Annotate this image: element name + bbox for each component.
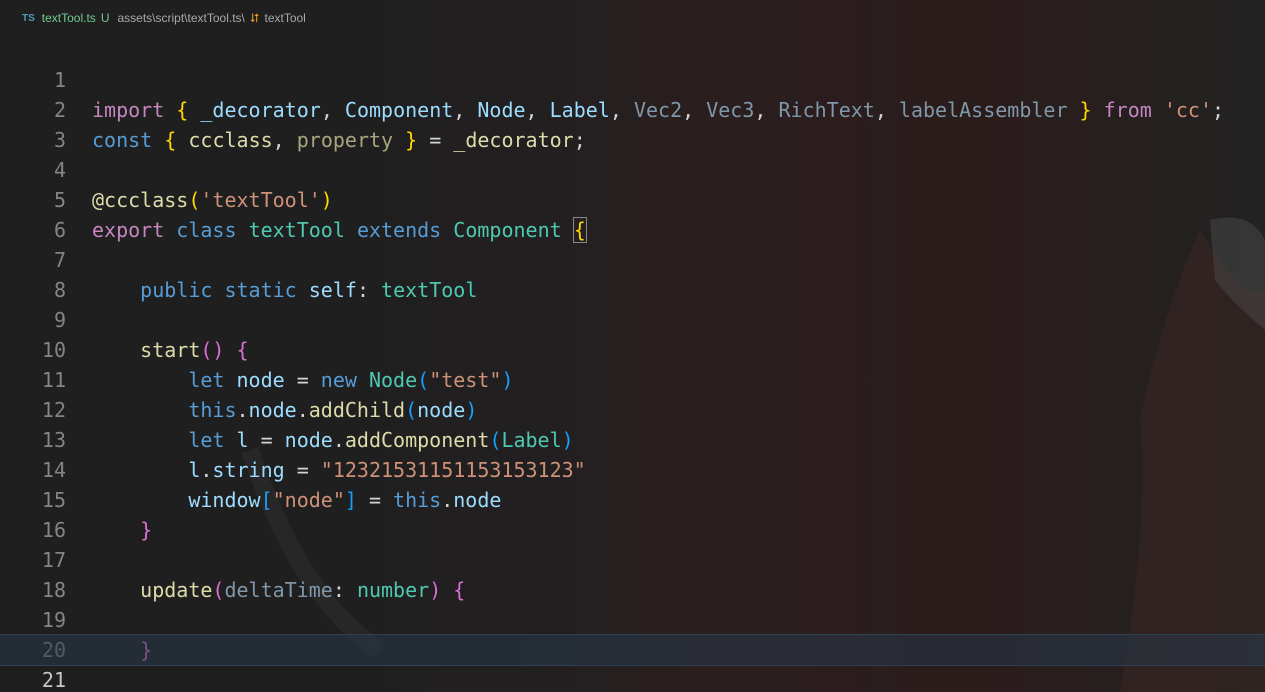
code-line-22[interactable]: 22	[0, 665, 1265, 692]
code-line-5[interactable]: 5 export class textTool extends Componen…	[0, 155, 1265, 243]
code-line-2[interactable]: 2 const { ccclass, property } = _decorat…	[0, 65, 1265, 152]
code-line-19[interactable]: 19 }	[0, 575, 1265, 662]
breadcrumb[interactable]: TS textTool.ts U assets\script\textTool.…	[22, 8, 306, 28]
code-line-17[interactable]: 17 update(deltaTime: number) {	[0, 515, 1265, 602]
breadcrumb-path[interactable]: assets\script\textTool.ts\	[117, 11, 244, 25]
code-line-7[interactable]: 7 public static self: textTool	[0, 215, 1265, 302]
code-line-14[interactable]: 14 window["node"] = this.node	[0, 425, 1265, 512]
code-editor[interactable]: TS textTool.ts U assets\script\textTool.…	[0, 0, 1265, 692]
breadcrumb-file-name[interactable]: textTool.ts	[42, 11, 96, 25]
code-line-18[interactable]: 18	[0, 545, 1265, 602]
code-line-13[interactable]: 13 l.string = "12321531151153153123"	[0, 395, 1265, 482]
code-area[interactable]: 1 import { _decorator, Component, Node, …	[0, 35, 1265, 692]
symbol-class-icon: ⮃	[249, 10, 260, 25]
code-line-12[interactable]: 12 let l = node.addComponent(Label)	[0, 365, 1265, 452]
breadcrumb-symbol[interactable]: textTool	[264, 11, 305, 25]
code-line-3[interactable]: 3	[0, 95, 1265, 152]
git-status-badge: U	[100, 11, 110, 25]
code-line-1[interactable]: 1 import { _decorator, Component, Node, …	[0, 35, 1265, 122]
typescript-file-icon: TS	[22, 12, 35, 24]
code-line-6[interactable]: 6	[0, 185, 1265, 242]
code-line-9[interactable]: 9 start() {	[0, 275, 1265, 362]
code-line-21-current[interactable]: 21 }	[0, 634, 1265, 692]
code-line-20[interactable]: 20	[0, 605, 1265, 662]
code-line-8[interactable]: 8	[0, 245, 1265, 302]
code-line-16[interactable]: 16	[0, 485, 1265, 542]
code-line-4[interactable]: 4 @ccclass('textTool')	[0, 125, 1265, 212]
code-line-11[interactable]: 11 this.node.addChild(node)	[0, 335, 1265, 422]
code-line-10[interactable]: 10 let node = new Node("test")	[0, 305, 1265, 392]
code-line-15[interactable]: 15 }	[0, 455, 1265, 542]
